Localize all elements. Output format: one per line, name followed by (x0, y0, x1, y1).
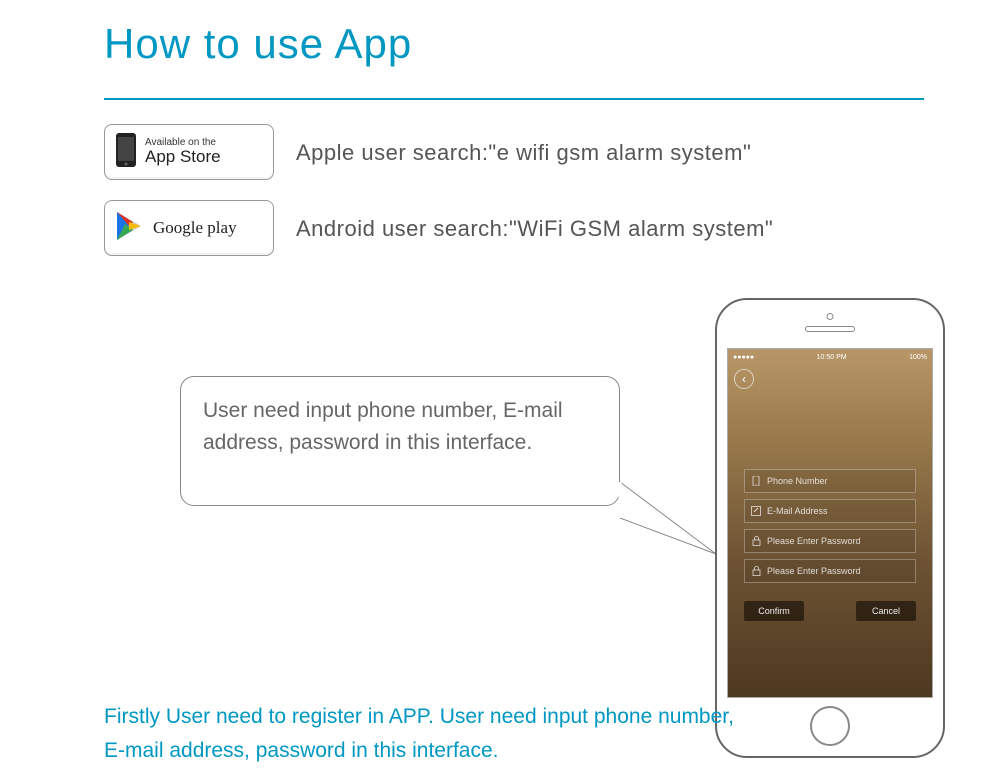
register-form: Phone Number E-Mail Address Please Enter… (744, 469, 916, 621)
bubble-tail (616, 480, 726, 590)
email-field-label: E-Mail Address (767, 506, 828, 516)
phone-icon (115, 132, 137, 173)
android-instruction: Android user search:"WiFi GSM alarm syst… (296, 216, 773, 242)
cancel-button[interactable]: Cancel (856, 601, 916, 621)
confirm-button[interactable]: Confirm (744, 601, 804, 621)
phone-number-field[interactable]: Phone Number (744, 469, 916, 493)
googleplay-label: Google play (153, 219, 237, 238)
speech-bubble: User need input phone number, E-mail add… (180, 376, 620, 506)
footer-instruction: Firstly User need to register in APP. Us… (104, 700, 744, 767)
googleplay-badge[interactable]: Google play (104, 200, 274, 256)
email-field[interactable]: E-Mail Address (744, 499, 916, 523)
lock-icon (751, 536, 761, 546)
divider (104, 98, 924, 100)
pass1-field-label: Please Enter Password (767, 536, 861, 546)
status-time: 10:50 PM (817, 354, 847, 361)
phone-screen: ●●●●● 10:50 PM 100% ‹ Phone Number E-Mai… (727, 348, 933, 698)
pass2-field-label: Please Enter Password (767, 566, 861, 576)
apple-instruction: Apple user search:"e wifi gsm alarm syst… (296, 140, 751, 166)
home-button[interactable] (810, 706, 850, 746)
password-field-2[interactable]: Please Enter Password (744, 559, 916, 583)
page-title: How to use App (104, 20, 412, 68)
password-field-1[interactable]: Please Enter Password (744, 529, 916, 553)
edit-icon (751, 506, 761, 516)
phone-field-label: Phone Number (767, 476, 828, 486)
status-bar: ●●●●● 10:50 PM 100% (728, 349, 932, 365)
status-battery: 100% (909, 354, 927, 361)
appstore-big-label: App Store (145, 148, 221, 167)
signal-icon: ●●●●● (733, 354, 754, 361)
play-icon (115, 210, 145, 247)
appstore-badge[interactable]: Available on the App Store (104, 124, 274, 180)
phone-mockup: ●●●●● 10:50 PM 100% ‹ Phone Number E-Mai… (715, 298, 945, 758)
phone-small-icon (751, 476, 761, 486)
lock-icon (751, 566, 761, 576)
phone-earpiece (805, 326, 855, 332)
back-button[interactable]: ‹ (734, 369, 754, 389)
phone-camera-dot (827, 313, 834, 320)
